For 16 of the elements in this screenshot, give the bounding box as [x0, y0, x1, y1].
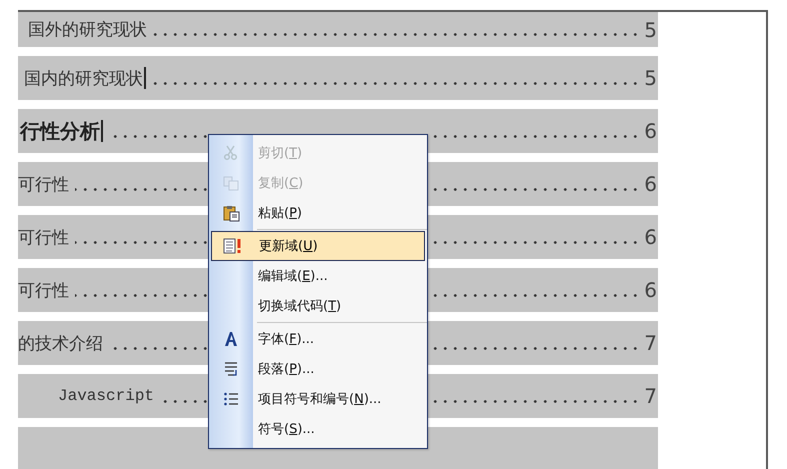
entry-title: 行性分析 — [20, 118, 100, 144]
entry-title: 可行性 — [18, 174, 69, 196]
page-number: 7 — [644, 331, 657, 355]
entry-title: 可行性 — [18, 226, 69, 248]
page-number: 7 — [644, 384, 657, 408]
page-number: 5 — [644, 18, 657, 42]
entry-title: 可行性 — [18, 280, 69, 302]
page-number: 6 — [644, 225, 657, 249]
entry-title: 国外的研究现状 — [28, 19, 147, 41]
page-number: 6 — [644, 278, 657, 302]
entry-title: 的技术介绍 — [18, 332, 103, 354]
page-number: 6 — [644, 119, 657, 143]
page-number: 6 — [644, 172, 657, 196]
entry-title: 国内的研究现状 — [24, 68, 143, 90]
page-number: 5 — [644, 66, 657, 90]
entry-title: Javascript — [57, 387, 154, 405]
